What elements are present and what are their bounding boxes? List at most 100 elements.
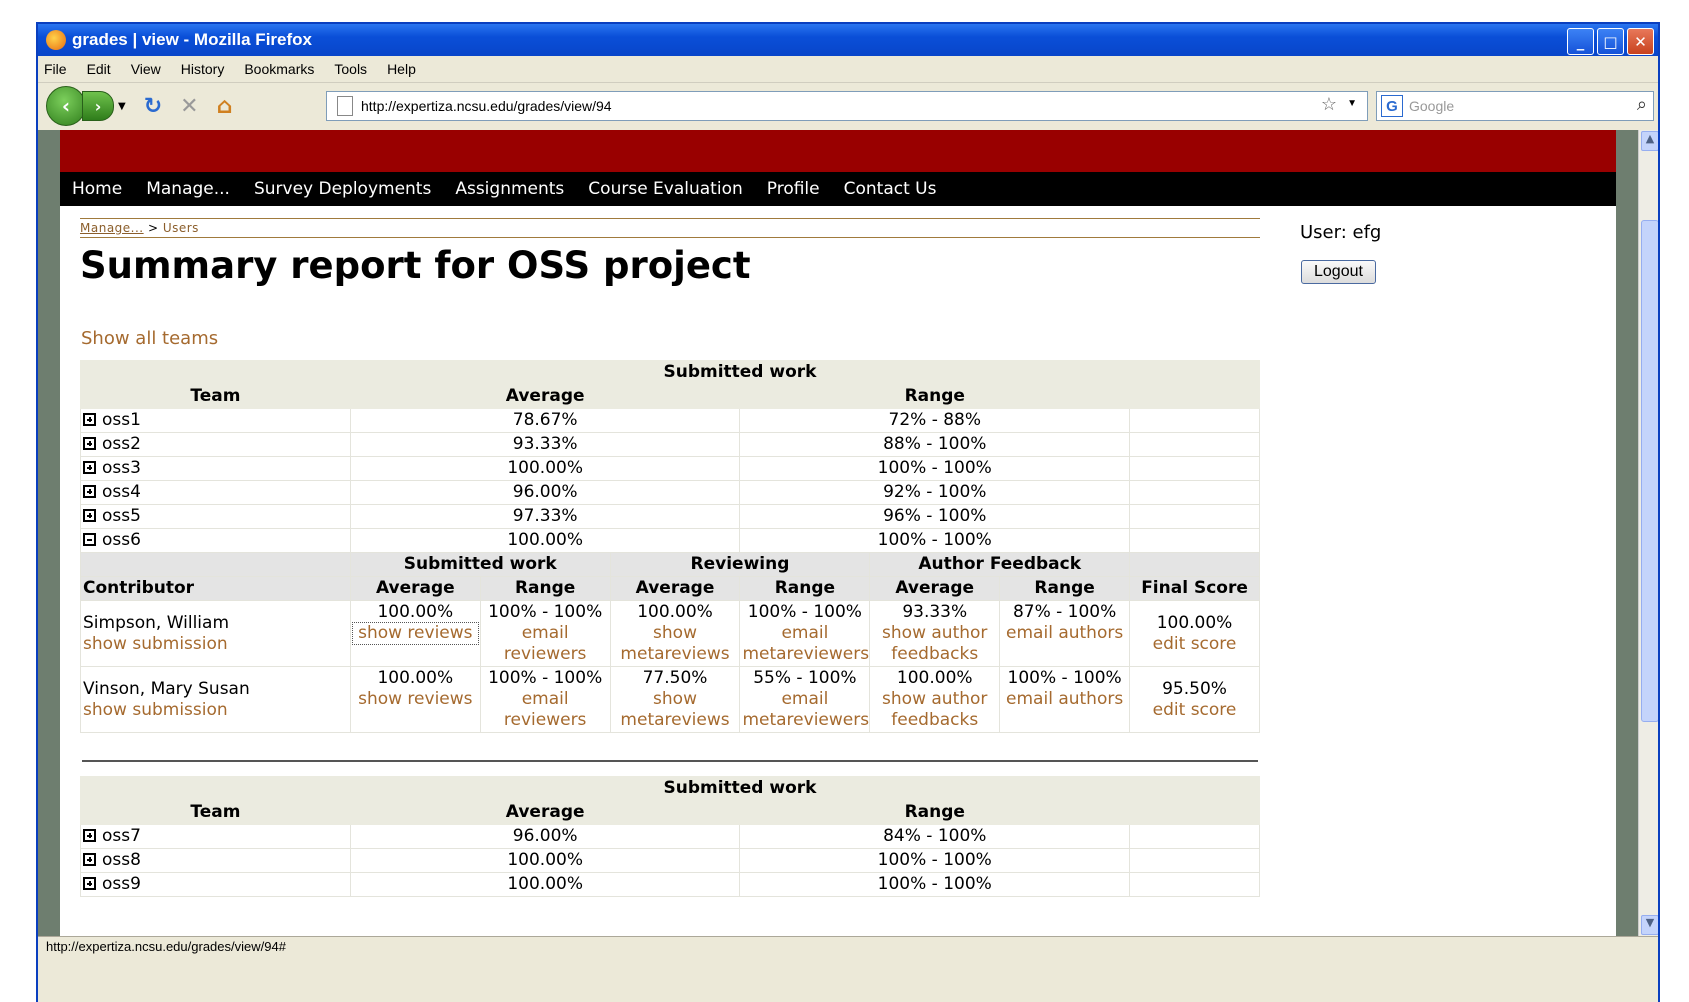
- show-submission-link[interactable]: show submission: [83, 634, 348, 655]
- email-metareviewers-link[interactable]: email metareviewers: [742, 689, 869, 731]
- edit-score-link[interactable]: edit score: [1132, 700, 1257, 721]
- table-row: oss2 93.33% 88% - 100%: [80, 432, 1260, 457]
- nav-manage[interactable]: Manage...: [146, 179, 230, 199]
- expand-icon[interactable]: [83, 485, 96, 498]
- col-range: Range: [739, 384, 1131, 409]
- af-range: 87% - 100%: [1012, 602, 1117, 622]
- edit-score-link[interactable]: edit score: [1132, 634, 1257, 655]
- email-authors-link[interactable]: email authors: [1002, 623, 1127, 644]
- breadcrumb-manage[interactable]: Manage...: [80, 221, 144, 235]
- nav-contact-us[interactable]: Contact Us: [844, 179, 937, 199]
- url-text: http://expertiza.ncsu.edu/grades/view/94: [361, 98, 612, 114]
- expand-icon[interactable]: [83, 461, 96, 474]
- team-range: 100% - 100%: [739, 456, 1131, 481]
- team-name[interactable]: oss5: [102, 506, 141, 526]
- teams-table-2: Submitted work Team Average Range oss7 96.0…: [80, 776, 1260, 897]
- back-button[interactable]: ‹: [46, 86, 86, 126]
- rv-average: 77.50%: [642, 668, 708, 688]
- expand-icon[interactable]: [83, 509, 96, 522]
- expand-icon[interactable]: [83, 853, 96, 866]
- menu-history[interactable]: History: [181, 61, 225, 77]
- vertical-scrollbar[interactable]: ▲ ▼: [1638, 130, 1658, 936]
- show-author-feedbacks-link[interactable]: show author feedbacks: [872, 623, 997, 665]
- menu-view[interactable]: View: [131, 61, 161, 77]
- sw-average: 100.00%: [377, 602, 454, 622]
- team-name[interactable]: oss4: [102, 482, 141, 502]
- show-reviews-link[interactable]: show reviews: [351, 622, 479, 645]
- team-name[interactable]: oss3: [102, 458, 141, 478]
- table-row: oss8 100.00% 100% - 100%: [80, 848, 1260, 873]
- nav-assignments[interactable]: Assignments: [455, 179, 564, 199]
- page-title: Summary report for OSS project: [80, 244, 751, 287]
- show-metareviews-link[interactable]: show metareviews: [613, 689, 738, 731]
- team-name[interactable]: oss1: [102, 410, 141, 430]
- expand-icon[interactable]: [83, 413, 96, 426]
- show-metareviews-link[interactable]: show metareviews: [613, 623, 738, 665]
- team-average: 100.00%: [349, 528, 741, 553]
- search-bar[interactable]: G Google ⌕: [1376, 91, 1654, 121]
- email-metareviewers-link[interactable]: email metareviewers: [742, 623, 869, 665]
- reload-icon[interactable]: ↻: [144, 94, 162, 119]
- team-range: 92% - 100%: [739, 480, 1131, 505]
- history-dropdown-icon[interactable]: ▼: [118, 101, 126, 112]
- expand-icon[interactable]: [83, 437, 96, 450]
- expand-icon[interactable]: [83, 877, 96, 890]
- team-name[interactable]: oss2: [102, 434, 141, 454]
- team-name[interactable]: oss9: [102, 874, 141, 894]
- scroll-thumb[interactable]: [1641, 220, 1658, 722]
- menu-bookmarks[interactable]: Bookmarks: [244, 61, 314, 77]
- col-range: Range: [739, 800, 1131, 825]
- breadcrumb-users[interactable]: Users: [163, 221, 199, 235]
- close-button[interactable]: ✕: [1627, 28, 1654, 55]
- table-row: oss1 78.67% 72% - 88%: [80, 408, 1260, 433]
- team-range: 88% - 100%: [739, 432, 1131, 457]
- google-icon[interactable]: G: [1381, 95, 1403, 117]
- team-average: 78.67%: [349, 408, 741, 433]
- sw-average: 100.00%: [377, 668, 454, 688]
- window-title: grades | view - Mozilla Firefox: [72, 30, 312, 49]
- home-icon[interactable]: ⌂: [217, 94, 233, 119]
- col-team: Team: [80, 800, 351, 825]
- show-author-feedbacks-link[interactable]: show author feedbacks: [872, 689, 997, 731]
- bookmark-star-icon[interactable]: ☆: [1321, 94, 1337, 115]
- final-score: 100.00%: [1156, 612, 1233, 633]
- search-placeholder: Google: [1409, 98, 1455, 114]
- group-submitted-work: Submitted work: [349, 552, 611, 577]
- email-reviewers-link[interactable]: email reviewers: [483, 689, 608, 731]
- menu-tools[interactable]: Tools: [334, 61, 367, 77]
- email-authors-link[interactable]: email authors: [1002, 689, 1127, 710]
- collapse-icon[interactable]: [83, 533, 96, 546]
- nav-profile[interactable]: Profile: [767, 179, 820, 199]
- url-dropdown-icon[interactable]: ▼: [1347, 98, 1357, 109]
- rv-range: 100% - 100%: [747, 602, 862, 622]
- team-name[interactable]: oss8: [102, 850, 141, 870]
- menu-help[interactable]: Help: [387, 61, 416, 77]
- team-name[interactable]: oss6: [102, 530, 141, 550]
- maximize-button[interactable]: □: [1597, 28, 1624, 55]
- team-name[interactable]: oss7: [102, 826, 141, 846]
- nav-survey-deployments[interactable]: Survey Deployments: [254, 179, 431, 199]
- email-reviewers-link[interactable]: email reviewers: [483, 623, 608, 665]
- scroll-down-icon[interactable]: ▼: [1641, 915, 1658, 935]
- page-viewport: Home Manage... Survey Deployments Assign…: [38, 130, 1638, 936]
- stop-icon[interactable]: ✕: [180, 94, 198, 119]
- show-submission-link[interactable]: show submission: [83, 700, 348, 721]
- menu-file[interactable]: File: [44, 61, 67, 77]
- forward-button[interactable]: ›: [82, 91, 114, 121]
- team-range: 96% - 100%: [739, 504, 1131, 529]
- col-rv-range: Range: [739, 576, 871, 601]
- firefox-icon: [46, 30, 66, 50]
- url-bar[interactable]: http://expertiza.ncsu.edu/grades/view/94…: [326, 91, 1368, 121]
- col-sw-range: Range: [479, 576, 611, 601]
- expand-icon[interactable]: [83, 829, 96, 842]
- nav-home[interactable]: Home: [72, 179, 122, 199]
- logout-button[interactable]: Logout: [1301, 260, 1376, 284]
- menu-edit[interactable]: Edit: [87, 61, 111, 77]
- nav-course-evaluation[interactable]: Course Evaluation: [588, 179, 742, 199]
- search-icon[interactable]: ⌕: [1637, 94, 1647, 115]
- scroll-up-icon[interactable]: ▲: [1641, 131, 1658, 151]
- minimize-button[interactable]: _: [1567, 28, 1594, 55]
- show-reviews-link[interactable]: show reviews: [353, 689, 478, 710]
- table-row: oss6 100.00% 100% - 100%: [80, 528, 1260, 553]
- show-all-teams-link[interactable]: Show all teams: [81, 328, 218, 349]
